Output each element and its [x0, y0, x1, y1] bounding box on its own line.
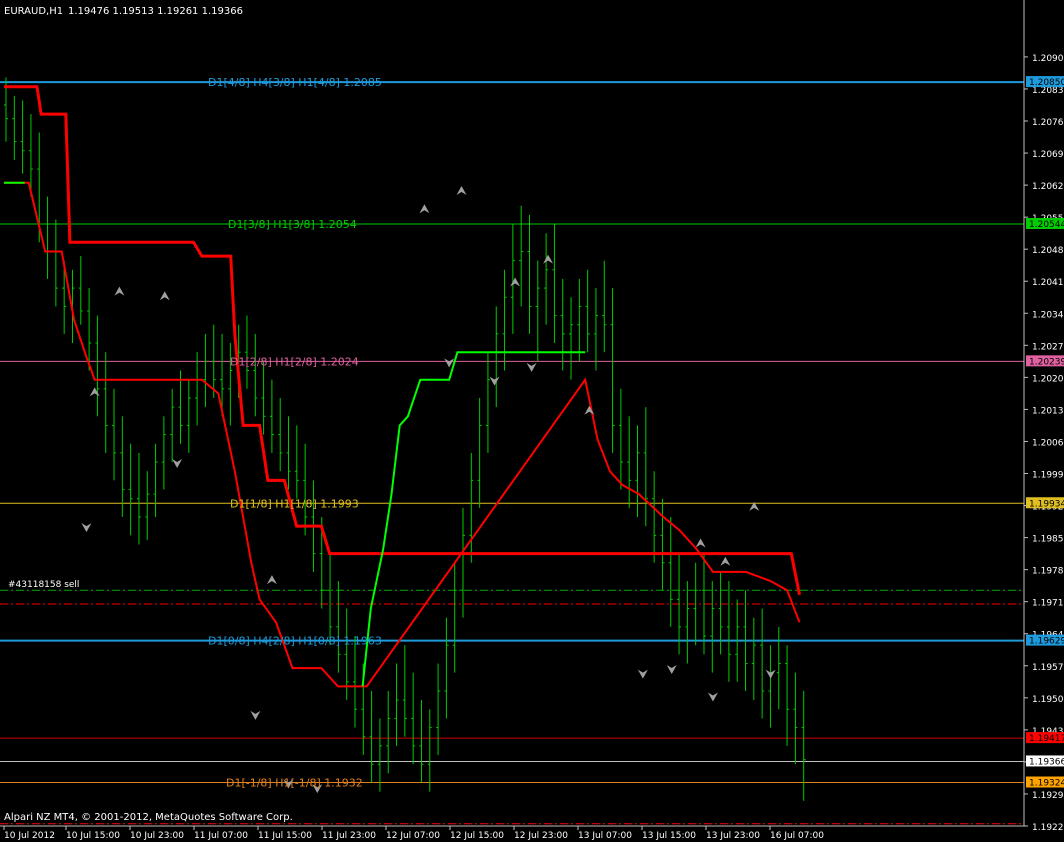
x-tick-label: 12 Jul 07:00: [386, 831, 440, 841]
y-tick-label: 1.20275: [1032, 342, 1064, 352]
level-price-tag-text: 1.19934: [1029, 499, 1064, 509]
level-label: D1[4/8] H4[3/8] H1[4/8] 1.2085: [208, 76, 382, 89]
y-tick-label: 1.19715: [1032, 599, 1064, 609]
level-price-tag-text: 1.20239: [1029, 357, 1064, 367]
level-label: D1[0/8] H4[2/8] H1[0/8] 1.1963: [208, 635, 382, 648]
y-tick-label: 1.20205: [1032, 374, 1064, 384]
x-tick-label: 11 Jul 23:00: [322, 831, 376, 841]
x-tick-label: 13 Jul 07:00: [578, 831, 632, 841]
y-tick-label: 1.19505: [1032, 695, 1064, 705]
y-tick-label: 1.19855: [1032, 535, 1064, 545]
y-tick-label: 1.19295: [1032, 791, 1064, 801]
level-label: D1[1/8] H1[1/8] 1.1993: [230, 497, 359, 510]
y-tick-label: 1.20415: [1032, 278, 1064, 288]
x-tick-label: 11 Jul 07:00: [194, 831, 248, 841]
chart-symbol: EURAUD,H1: [4, 6, 63, 17]
y-tick-label: 1.20345: [1032, 310, 1064, 320]
x-tick-label: 13 Jul 23:00: [706, 831, 760, 841]
level-price-tag-text: 1.20850: [1029, 78, 1064, 88]
level-price-tag-text: 1.19417: [1029, 734, 1064, 744]
y-tick-label: 1.20485: [1032, 246, 1064, 256]
chart-ohlc: 1.19476 1.19513 1.19261 1.19366: [68, 6, 243, 17]
y-tick-label: 1.20695: [1032, 150, 1064, 160]
y-tick-label: 1.19785: [1032, 567, 1064, 577]
level-label: D1[2/8] H1[2/8] 1.2024: [230, 355, 359, 368]
level-label: D1[-1/8] H1[-1/8] 1.1932: [226, 777, 363, 790]
level-price-tag-text: 1.19629: [1029, 637, 1064, 647]
y-tick-label: 1.19995: [1032, 471, 1064, 481]
level-price-tag-text: 1.19324: [1029, 779, 1064, 789]
x-tick-label: 16 Jul 07:00: [770, 831, 824, 841]
copyright-text: Alpari NZ MT4, © 2001-2012, MetaQuotes S…: [4, 812, 293, 823]
chart-window[interactable]: D1[4/8] H4[3/8] H1[4/8] 1.2085 D1[3/8] H1…: [0, 0, 1064, 842]
chart-background: [0, 0, 1064, 842]
x-tick-label: 10 Jul 2012: [4, 831, 55, 841]
price-chart[interactable]: D1[4/8] H4[3/8] H1[4/8] 1.2085 D1[3/8] H1…: [0, 0, 1064, 842]
y-tick-label: 1.20905: [1032, 54, 1064, 64]
y-tick-label: 1.20135: [1032, 406, 1064, 416]
x-tick-label: 10 Jul 15:00: [66, 831, 120, 841]
x-tick-label: 13 Jul 15:00: [642, 831, 696, 841]
level-price-tag-text: 1.20544: [1029, 220, 1064, 230]
y-tick-label: 1.20065: [1032, 438, 1064, 448]
y-tick-label: 1.20765: [1032, 118, 1064, 128]
y-tick-label: 1.20625: [1032, 182, 1064, 192]
level-label: D1[3/8] H1[3/8] 1.2054: [228, 218, 357, 231]
x-tick-label: 12 Jul 23:00: [514, 831, 568, 841]
x-tick-label: 11 Jul 15:00: [258, 831, 312, 841]
y-tick-label: 1.19575: [1032, 663, 1064, 673]
x-tick-label: 10 Jul 23:00: [130, 831, 184, 841]
y-tick-label: 1.19225: [1032, 823, 1064, 833]
level-price-tag-text: 1.19366: [1029, 757, 1064, 767]
x-tick-label: 12 Jul 15:00: [450, 831, 504, 841]
order-label: #43118158 sell: [8, 580, 79, 590]
